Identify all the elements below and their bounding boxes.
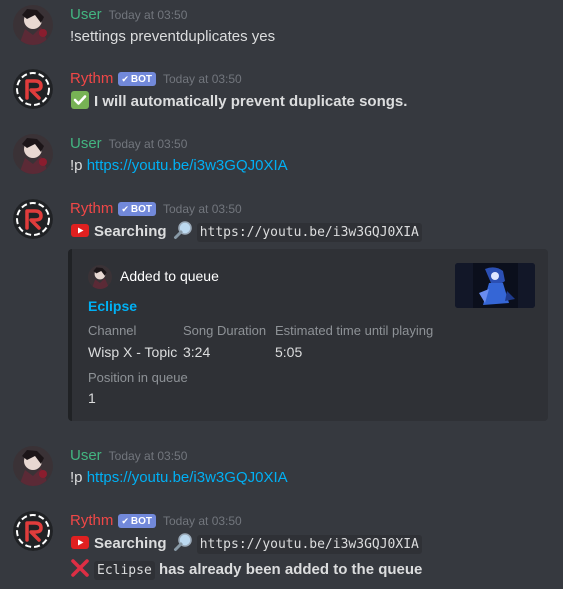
username[interactable]: User <box>70 6 102 23</box>
embed-author-avatar <box>88 265 112 289</box>
youtube-link[interactable]: https://youtu.be/i3w3GQJ0XIA <box>87 469 288 486</box>
timestamp: Today at 03:50 <box>108 8 188 22</box>
message-text: I will automatically prevent duplicate s… <box>70 90 407 112</box>
cross-mark-icon <box>70 558 90 578</box>
white-check-mark-icon <box>70 90 90 110</box>
user-avatar[interactable] <box>13 134 53 174</box>
username[interactable]: Rythm <box>70 70 113 87</box>
message-text: !p https://youtu.be/i3w3GQJ0XIA <box>70 157 288 174</box>
embed-title-link[interactable]: Eclipse <box>88 296 137 316</box>
bot-tag: ✔ BOT <box>118 202 156 216</box>
field-name-channel: Channel <box>88 323 137 338</box>
bot-tag: ✔ BOT <box>118 72 156 86</box>
bot-tag: ✔ BOT <box>118 514 156 528</box>
message-text: !p https://youtu.be/i3w3GQJ0XIA <box>70 469 288 486</box>
chat-messages: User Today at 03:50 !settings preventdupl… <box>0 0 563 589</box>
field-name-eta: Estimated time until playing <box>275 323 434 338</box>
user-avatar[interactable] <box>13 446 53 486</box>
message-text: !settings preventduplicates yes <box>70 28 276 45</box>
youtube-icon <box>70 532 90 552</box>
timestamp: Today at 03:50 <box>163 202 242 216</box>
timestamp: Today at 03:50 <box>163 72 242 86</box>
username[interactable]: User <box>70 135 102 152</box>
rythm-avatar[interactable] <box>13 511 53 551</box>
magnifying-glass-icon <box>173 532 193 552</box>
field-value-position: 1 <box>88 390 96 406</box>
field-name-position: Position in queue <box>88 370 188 385</box>
magnifying-glass-icon <box>173 220 193 240</box>
timestamp: Today at 03:50 <box>108 449 188 463</box>
verified-check-icon: ✔ <box>121 74 129 84</box>
rythm-avatar[interactable] <box>13 69 53 109</box>
username[interactable]: User <box>70 447 102 464</box>
username[interactable]: Rythm <box>70 512 113 529</box>
verified-check-icon: ✔ <box>121 204 129 214</box>
message-text: Searching https://youtu.be/i3w3GQJ0XIA <box>70 220 422 242</box>
youtube-link[interactable]: https://youtu.be/i3w3GQJ0XIA <box>87 157 288 174</box>
field-value-eta: 5:05 <box>275 344 303 360</box>
user-avatar[interactable] <box>13 5 53 45</box>
username[interactable]: Rythm <box>70 200 113 217</box>
message-text: Eclipse has already been added to the qu… <box>70 558 422 580</box>
code-inline-url: https://youtu.be/i3w3GQJ0XIA <box>196 535 422 554</box>
embed-author-name: Added to queue <box>120 268 219 284</box>
field-value-channel: Wisp X - Topic <box>88 344 178 360</box>
field-value-duration: 3:24 <box>183 344 211 360</box>
code-inline-title: Eclipse <box>94 561 155 580</box>
field-name-duration: Song Duration <box>183 323 267 338</box>
timestamp: Today at 03:50 <box>163 514 242 528</box>
code-inline-url: https://youtu.be/i3w3GQJ0XIA <box>196 223 422 242</box>
timestamp: Today at 03:50 <box>108 137 188 151</box>
song-thumbnail[interactable] <box>455 263 535 308</box>
verified-check-icon: ✔ <box>121 516 129 526</box>
queue-embed: Added to queue Eclipse Channel Wisp X - … <box>68 249 548 421</box>
message-text: Searching https://youtu.be/i3w3GQJ0XIA <box>70 532 422 554</box>
youtube-icon <box>70 220 90 240</box>
rythm-avatar[interactable] <box>13 199 53 239</box>
